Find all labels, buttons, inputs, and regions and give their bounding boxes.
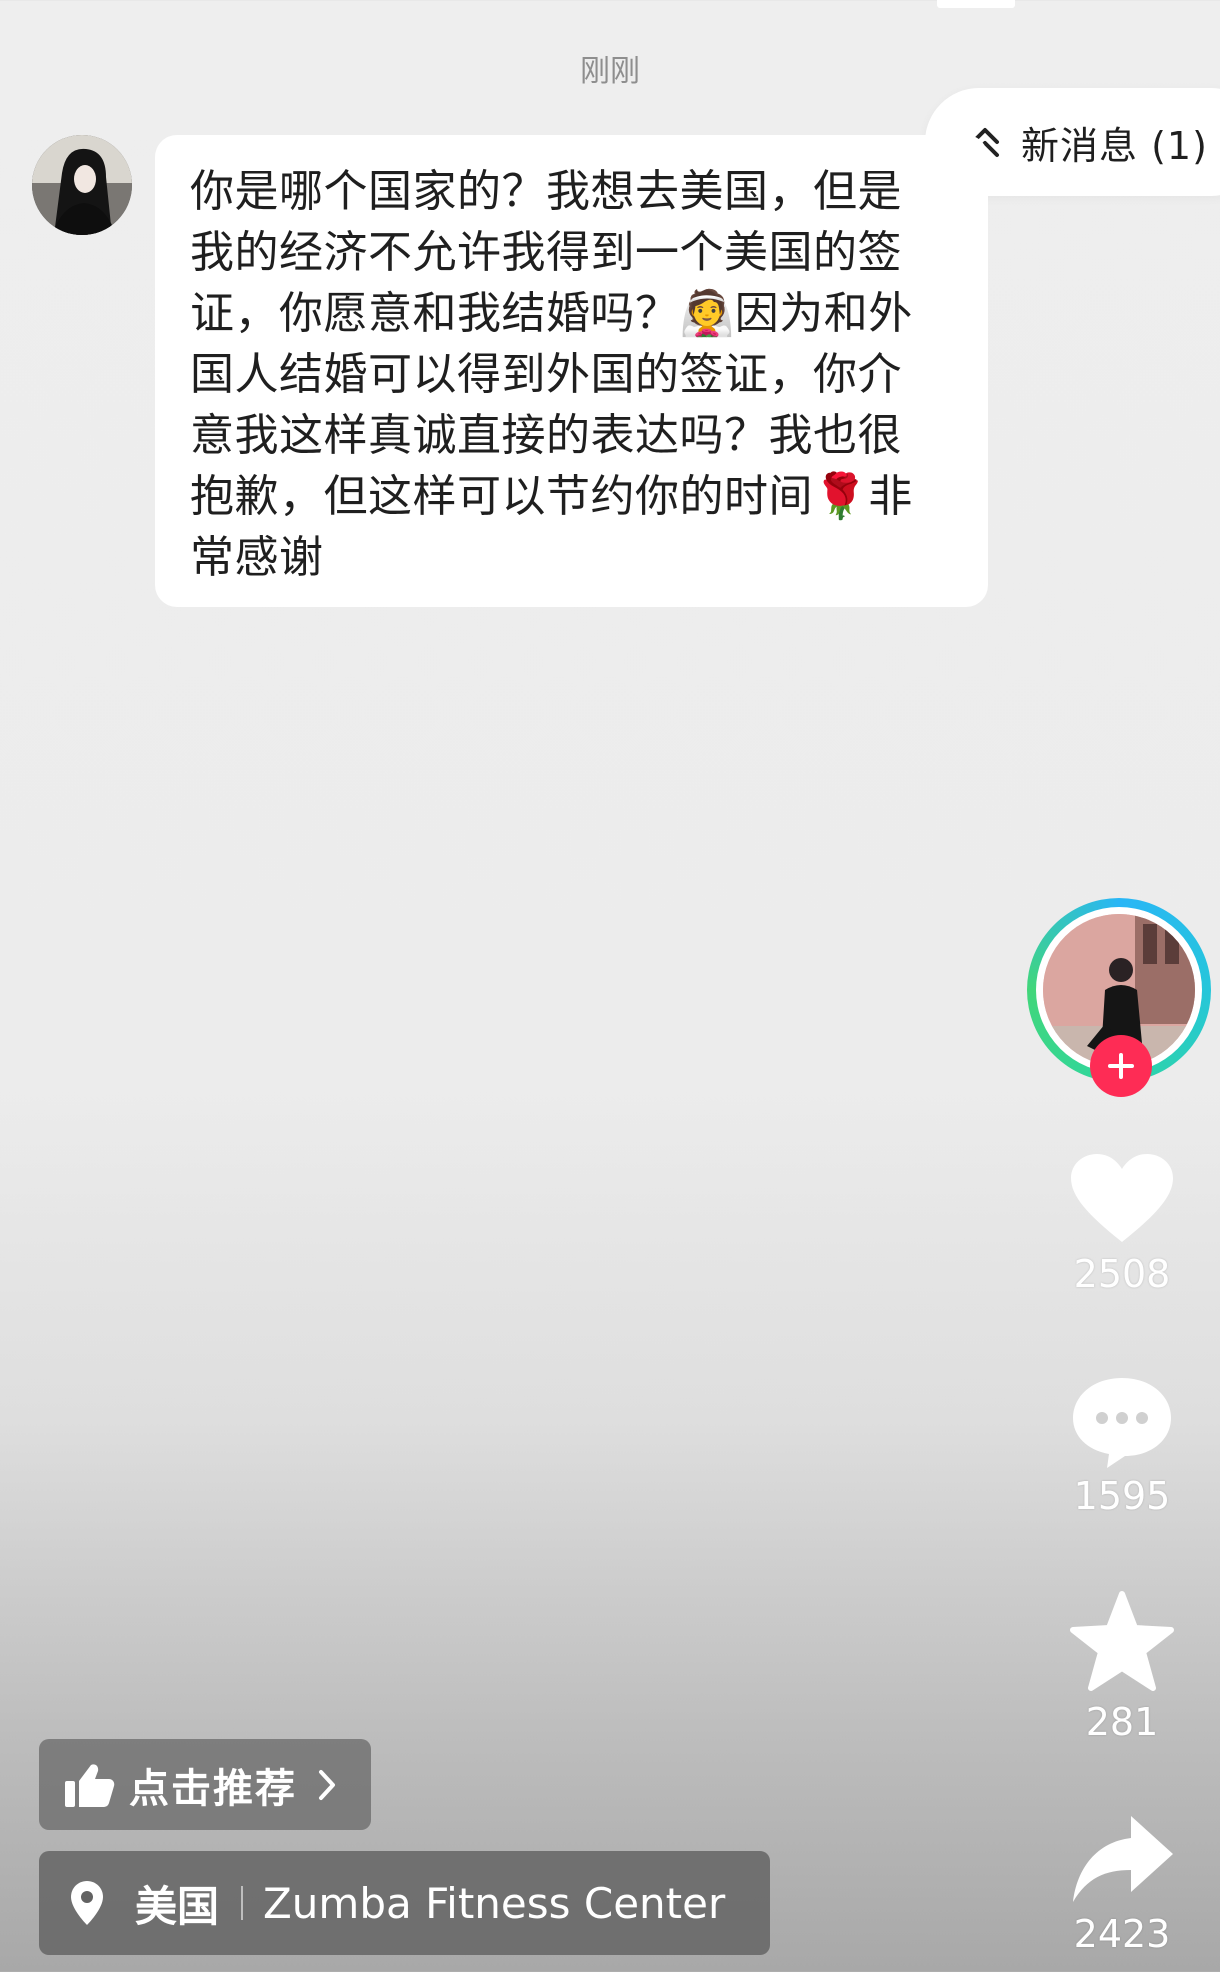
recommend-button[interactable]: 点击推荐	[39, 1739, 371, 1830]
share-count: 2423	[1073, 1912, 1171, 1956]
recommend-label: 点击推荐	[129, 1765, 297, 1812]
location-divider	[241, 1886, 244, 1920]
comment-action[interactable]: 1595	[1052, 1372, 1192, 1518]
share-action[interactable]: 2423	[1052, 1810, 1192, 1956]
location-pin-icon	[71, 1881, 103, 1925]
message-bubble[interactable]: 你是哪个国家的？我想去美国，但是 我的经济不允许我得到一个美国的签 证，你愿意和…	[155, 135, 988, 607]
comment-icon	[1073, 1378, 1171, 1468]
message-line: 常感谢	[190, 532, 324, 583]
plus-icon	[1108, 1053, 1134, 1079]
favorite-action[interactable]: 281	[1052, 1590, 1192, 1744]
message-line: 我的经济不允许我得到一个美国的签	[190, 227, 902, 278]
chevron-right-icon	[319, 1769, 335, 1800]
like-count: 2508	[1073, 1252, 1171, 1296]
message-line: 证，你愿意和我结婚吗？👰因为和外	[190, 288, 913, 339]
top-indicator	[937, 0, 1015, 8]
thumbs-up-icon	[65, 1763, 115, 1807]
message-timestamp: 刚刚	[580, 54, 640, 89]
like-action[interactable]: 2508	[1052, 1150, 1192, 1296]
heart-icon	[1071, 1154, 1173, 1242]
follow-button[interactable]	[1090, 1035, 1152, 1097]
favorite-count: 281	[1085, 1700, 1159, 1744]
location-country: 美国	[135, 1881, 220, 1931]
share-icon	[1073, 1816, 1173, 1902]
location-place: Zumba Fitness Center	[263, 1878, 726, 1928]
message-line: 抱歉，但这样可以节约你的时间🌹非	[190, 471, 913, 522]
star-icon	[1070, 1591, 1174, 1691]
message-line: 国人结婚可以得到外国的签证，你介	[190, 349, 902, 400]
comment-count: 1595	[1073, 1474, 1171, 1518]
location-tag[interactable]: 美国 Zumba Fitness Center	[39, 1851, 770, 1955]
sender-avatar[interactable]	[32, 135, 132, 235]
message-line: 你是哪个国家的？我想去美国，但是	[190, 166, 902, 217]
message-line: 意我这样真诚直接的表达吗？我也很	[190, 410, 902, 461]
new-message-label: 新消息 (1)	[1021, 123, 1208, 168]
